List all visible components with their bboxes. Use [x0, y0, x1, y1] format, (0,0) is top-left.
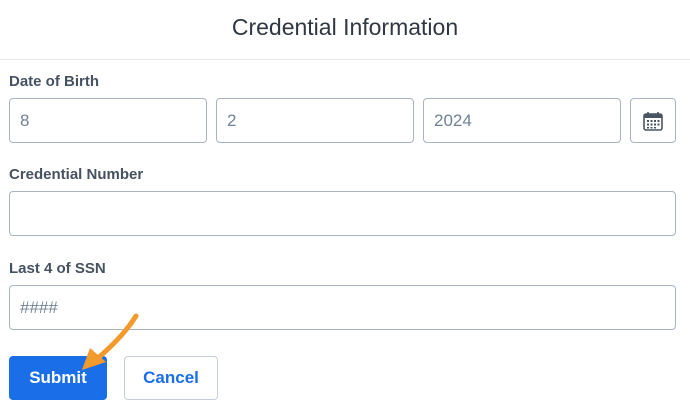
- calendar-icon: [643, 111, 663, 131]
- dob-label: Date of Birth: [9, 73, 99, 90]
- cancel-button[interactable]: Cancel: [124, 356, 218, 400]
- dob-day-input[interactable]: [216, 98, 414, 143]
- page-header: Credential Information: [0, 0, 690, 60]
- page-title: Credential Information: [231, 14, 459, 40]
- dob-year-input[interactable]: [423, 98, 621, 143]
- submit-button[interactable]: Submit: [9, 356, 107, 400]
- ssn-last4-input[interactable]: [9, 285, 676, 330]
- dob-month-input[interactable]: [9, 98, 207, 143]
- ssn-label: Last 4 of SSN: [9, 260, 106, 277]
- calendar-button[interactable]: [630, 98, 676, 143]
- credential-number-label: Credential Number: [9, 166, 144, 183]
- credential-number-input[interactable]: [9, 191, 676, 236]
